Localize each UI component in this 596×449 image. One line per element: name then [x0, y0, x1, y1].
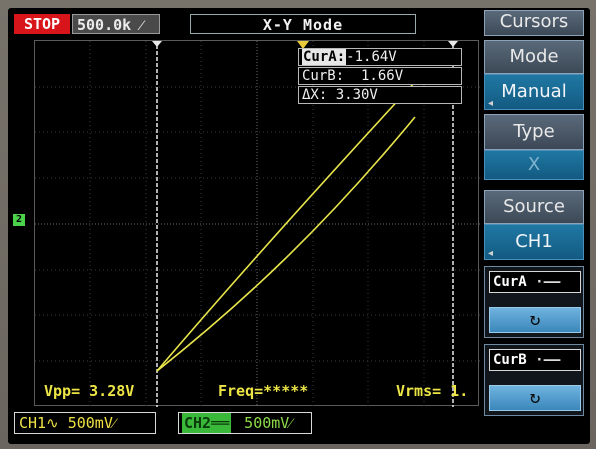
- menu-source-value-text: CH1: [515, 231, 553, 252]
- ch2-level-marker: 2: [13, 214, 25, 226]
- menu-mode-value[interactable]: ◂ Manual: [484, 74, 584, 110]
- cur-b-label: CurB ·——: [489, 349, 581, 371]
- menu-mode[interactable]: Mode ◂ Manual: [484, 40, 584, 110]
- ch2-scale-badge[interactable]: CH2══ 500mV⁄: [178, 412, 312, 434]
- knob-rotate-icon[interactable]: ↻: [489, 385, 581, 411]
- ch2-scale-value: 500mV⁄: [235, 414, 292, 432]
- cursor-delta-readout: ΔX: 3.30V: [298, 86, 462, 104]
- timebase-readout: 500.0k ⁄: [72, 14, 160, 34]
- display-mode-title: X-Y Mode: [190, 14, 416, 34]
- menu-type-label: Type: [484, 114, 584, 150]
- menu-type[interactable]: Type X: [484, 114, 584, 184]
- menu-cur-b[interactable]: CurB ·—— ↻: [484, 344, 584, 416]
- freq-measurement: Freq=*****: [218, 382, 309, 400]
- menu-source-value[interactable]: ◂ CH1: [484, 224, 584, 260]
- cur-a-label: CurA ·——: [489, 271, 581, 293]
- cursor-a-value: -1.64V: [346, 49, 397, 65]
- knob-rotate-icon[interactable]: ↻: [489, 307, 581, 333]
- cursor-b-readout: CurB: 1.66V: [298, 67, 462, 85]
- run-state-badge[interactable]: STOP: [14, 14, 70, 34]
- xy-trace: [156, 68, 428, 372]
- menu-type-value[interactable]: X: [484, 150, 584, 180]
- menu-mode-label: Mode: [484, 40, 584, 74]
- cursor-a-tag: CurA:: [302, 49, 347, 65]
- menu-source-label: Source: [484, 190, 584, 224]
- cursor-a-marker-icon: [152, 41, 162, 47]
- menu-mode-value-text: Manual: [501, 81, 567, 102]
- vrms-measurement: Vrms= 1.: [396, 382, 469, 400]
- menu-cur-a[interactable]: CurA ·—— ↻: [484, 266, 584, 338]
- cursor-a-readout: CurA:-1.64V: [298, 48, 462, 66]
- menu-source[interactable]: Source ◂ CH1: [484, 190, 584, 260]
- ch1-scale-badge[interactable]: CH1∿ 500mV⁄: [14, 412, 156, 434]
- cursor-b-marker-icon: [448, 41, 458, 47]
- menu-title: Cursors: [484, 10, 584, 36]
- vpp-measurement: Vpp= 3.28V: [44, 382, 135, 400]
- ch2-tag: CH2══: [182, 413, 232, 433]
